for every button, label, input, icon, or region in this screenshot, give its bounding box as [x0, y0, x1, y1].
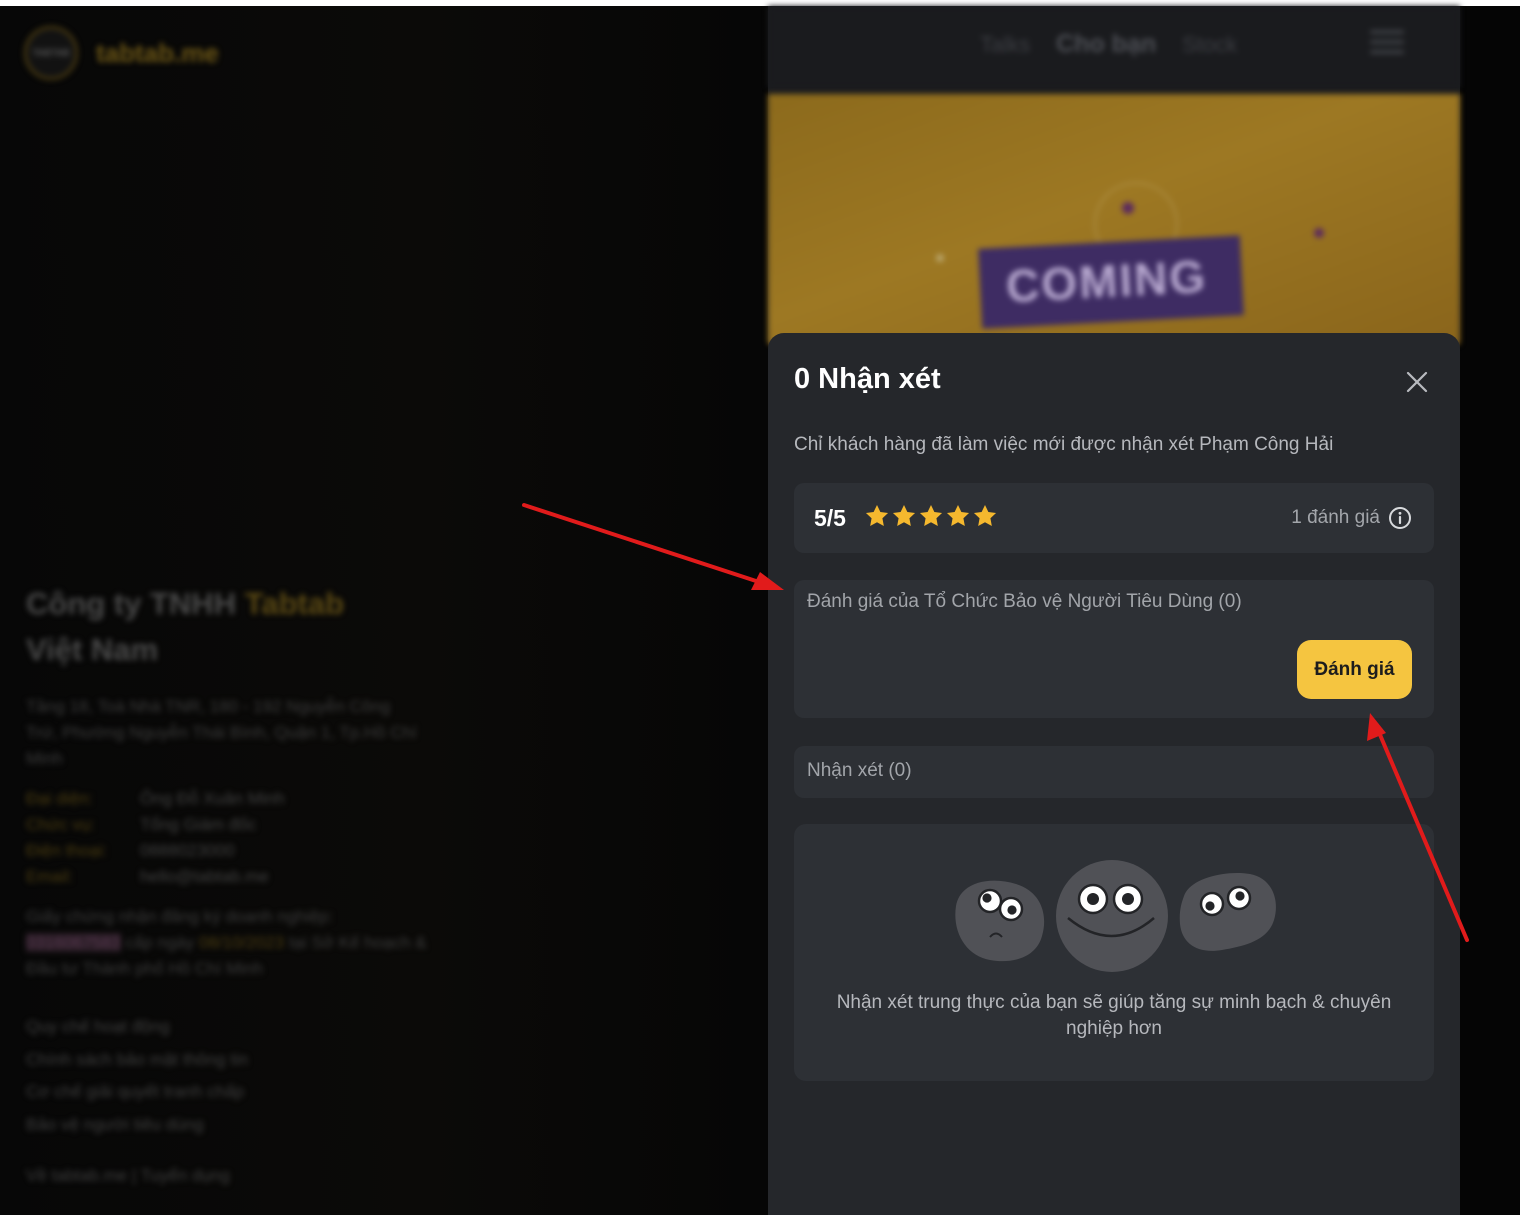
empty-state: Nhận xét trung thực của bạn sẽ giúp tăng…: [794, 824, 1434, 1081]
info-icon[interactable]: [1388, 506, 1412, 530]
close-icon: [1406, 371, 1428, 393]
coming-soon-banner: COMING: [768, 94, 1460, 344]
rating-summary: 5/5 1 đánh giá: [794, 483, 1434, 553]
company-name-suffix: Việt Nam: [26, 632, 159, 667]
info-key: Chức vụ:: [26, 815, 96, 834]
banner-decoration: [1314, 228, 1324, 238]
company-address: Tầng 18, Toà Nhà TNR, 180 - 192 Nguyễn C…: [26, 697, 417, 768]
consumer-org-reviews: Đánh giá của Tổ Chức Bảo vệ Người Tiêu D…: [794, 580, 1434, 718]
policy-link[interactable]: Quy chế hoạt động: [26, 1011, 248, 1044]
info-row: Đại diện: Ông Đỗ Xuân Minh: [26, 786, 446, 812]
reviews-section-header[interactable]: Nhận xét (0): [794, 746, 1434, 798]
info-row: Email: hello@tabtab.me: [26, 864, 446, 890]
star-icon: [973, 504, 997, 526]
policy-link[interactable]: Bảo vệ người tiêu dùng: [26, 1109, 248, 1142]
tab-stock[interactable]: Stock: [1182, 32, 1237, 58]
info-row: Chức vụ: Tổng Giám đốc: [26, 812, 446, 838]
banner-decoration: [936, 254, 944, 262]
reviews-modal: 0 Nhận xét Chỉ khách hàng đã làm việc mớ…: [768, 333, 1460, 1215]
star-icon: [865, 504, 889, 526]
right-margin: [1460, 6, 1520, 1215]
cert-mid: cấp ngày: [120, 933, 199, 952]
info-value: hello@tabtab.me: [140, 867, 269, 886]
empty-state-illustration: [955, 860, 1276, 972]
tab-talks[interactable]: Talks: [980, 32, 1030, 58]
menu-icon[interactable]: [1370, 30, 1404, 58]
info-key: Email:: [26, 867, 74, 886]
top-navigation: Talks Cho bạn Stock: [768, 6, 1460, 88]
info-value: Ông Đỗ Xuân Minh: [140, 789, 285, 808]
rating-count: 1 đánh giá: [1291, 507, 1380, 528]
company-name: Công ty TNHH Tabtab Việt Nam: [26, 581, 446, 673]
cert-line: Giấy chứng nhận đăng ký doanh nghiệp:: [26, 907, 334, 926]
star-icon: [946, 504, 970, 526]
modal-title: 0 Nhận xét: [794, 363, 941, 395]
nav-tabs: Talks Cho bạn Stock: [980, 30, 1237, 59]
modal-subtitle: Chỉ khách hàng đã làm việc mới được nhận…: [794, 434, 1334, 455]
footer-links[interactable]: Về tabtab.me | Tuyển dụng: [26, 1166, 230, 1186]
info-key: Điện thoại:: [26, 841, 108, 860]
info-value: Tổng Giám đốc: [140, 815, 257, 834]
logo-icon: TABTAB: [24, 26, 78, 80]
info-value: 0888023000: [140, 841, 235, 860]
star-icon: [919, 504, 943, 526]
company-name-prefix: Công ty TNHH: [26, 586, 245, 621]
star-icon: [892, 504, 916, 526]
cert-date: 08/10/2023: [199, 933, 285, 952]
banner-decoration: [1122, 202, 1134, 214]
tab-cho-ban[interactable]: Cho bạn: [1056, 30, 1156, 59]
policy-link[interactable]: Cơ chế giải quyết tranh chấp: [26, 1076, 248, 1109]
info-key: Đại diện:: [26, 789, 94, 808]
info-row: Điện thoại: 0888023000: [26, 838, 446, 864]
star-rating: [864, 503, 998, 529]
empty-state-message: Nhận xét trung thực của bạn sẽ giúp tăng…: [836, 992, 1392, 1039]
site-logo[interactable]: TABTAB tabtab.me: [24, 26, 219, 80]
policy-link[interactable]: Chính sách bảo mật thông tin: [26, 1044, 248, 1077]
page-background-left: TABTAB tabtab.me Công ty TNHH Tabtab Việ…: [0, 6, 768, 1215]
logo-text: tabtab.me: [96, 37, 219, 68]
rate-button[interactable]: Đánh giá: [1297, 640, 1412, 699]
close-button[interactable]: [1404, 369, 1430, 395]
policy-links: Quy chế hoạt động Chính sách bảo mật thô…: [26, 1011, 248, 1141]
cert-number: 0316067583: [26, 933, 121, 952]
banner-text: COMING: [1004, 249, 1209, 313]
company-name-highlight: Tabtab: [244, 586, 345, 621]
reviews-label: Nhận xét (0): [807, 760, 912, 781]
consumer-org-label: Đánh giá của Tổ Chức Bảo vệ Người Tiêu D…: [807, 591, 1242, 612]
company-info: Đại diện: Ông Đỗ Xuân Minh Chức vụ: Tổng G…: [26, 786, 446, 890]
business-certificate: Giấy chứng nhận đăng ký doanh nghiệp: 03…: [26, 904, 436, 982]
rating-score: 5/5: [814, 505, 846, 531]
